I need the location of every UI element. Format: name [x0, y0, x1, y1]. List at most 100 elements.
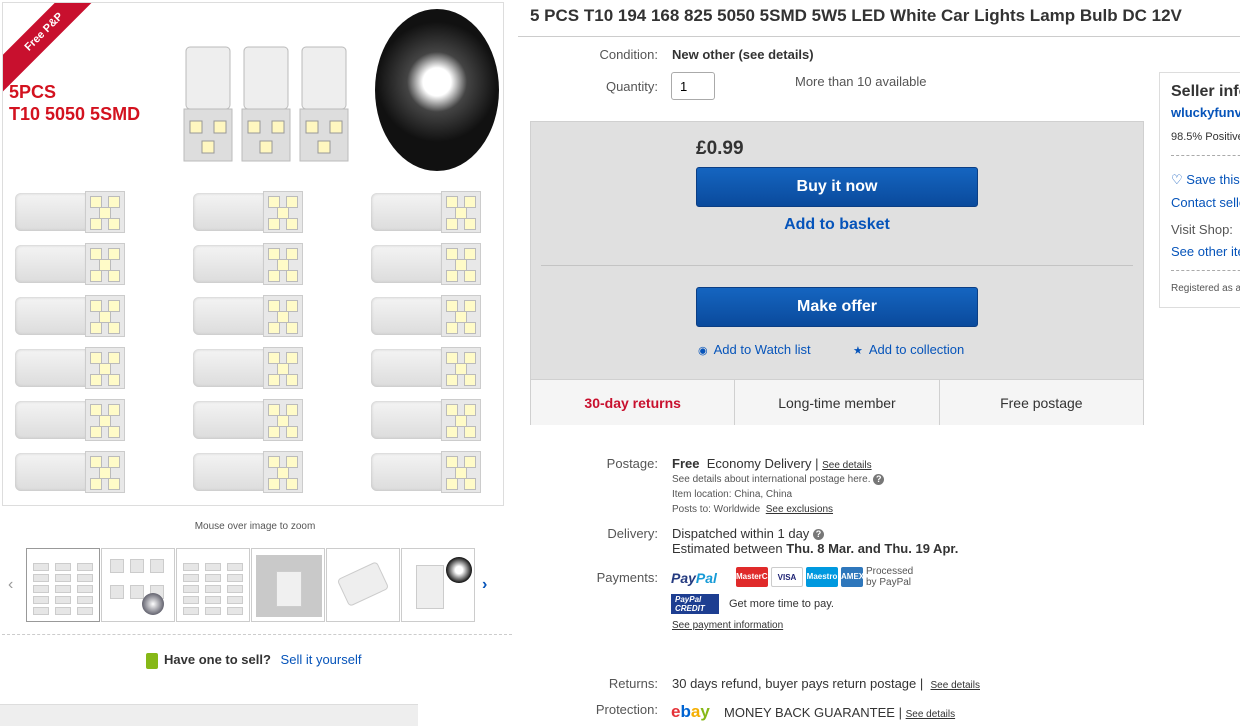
help-icon[interactable]: ?	[812, 529, 824, 541]
help-icon[interactable]: ?	[873, 474, 885, 485]
save-seller-label: Save this seller	[1186, 172, 1240, 187]
bulb-illustration	[13, 189, 131, 235]
see-exclusions-link[interactable]: See exclusions	[766, 504, 833, 515]
money-back-guarantee: MONEY BACK GUARANTEE | See details	[724, 705, 955, 720]
buy-it-now-button[interactable]: Buy it now	[696, 167, 978, 207]
save-seller-link[interactable]: ♡ Save this seller	[1171, 172, 1240, 188]
add-to-collection-link[interactable]: ★ Add to collection	[853, 342, 964, 357]
star-icon: ★	[853, 345, 863, 357]
bulb-illustration	[369, 345, 487, 391]
add-to-basket-button[interactable]: Add to basket	[696, 216, 978, 234]
returns-value: 30 days refund, buyer pays return postag…	[672, 676, 980, 691]
bulb-illustration	[13, 241, 131, 287]
paypal-credit-logo: PayPal CREDIT	[671, 594, 719, 614]
registered-business-text: Registered as a business seller	[1171, 283, 1240, 294]
title-divider	[518, 36, 1240, 37]
feature-row: 30-day returns Long-time member Free pos…	[531, 379, 1143, 425]
seller-info-panel: Seller information wluckyfunvip 98.5% Po…	[1159, 72, 1240, 308]
bulb-illustration	[369, 241, 487, 287]
protection-label: Protection:	[595, 702, 658, 717]
bulb-illustration	[191, 449, 309, 495]
returns-separator: |	[919, 676, 924, 691]
collection-label: Add to collection	[868, 342, 965, 357]
seller-name-link[interactable]: wluckyfunvip	[1171, 105, 1240, 120]
thumbnail-2[interactable]	[101, 548, 175, 622]
thumbnail-5[interactable]	[326, 548, 400, 622]
seller-feedback: 98.5% Positive feedback	[1171, 131, 1240, 143]
postage-see-details-link[interactable]: See details	[822, 460, 871, 471]
zoom-hint: Mouse over image to zoom	[194, 521, 316, 532]
see-payment-info-link[interactable]: See payment information	[672, 620, 783, 631]
sell-question: Have one to sell?	[164, 652, 271, 667]
see-payment-info: See payment information	[672, 620, 783, 631]
bulb-illustration	[369, 293, 487, 339]
returns-see-details-link[interactable]: See details	[931, 680, 980, 691]
seller-info-title: Seller information	[1171, 83, 1240, 100]
thumbnail-4[interactable]	[251, 548, 325, 622]
bulb-illustration	[191, 189, 309, 235]
chevron-right-icon[interactable]: ›	[482, 576, 487, 594]
condition-label: Condition:	[599, 47, 658, 62]
make-offer-button[interactable]: Make offer	[696, 287, 978, 327]
chevron-left-icon[interactable]: ‹	[8, 576, 13, 594]
paypal-credit-line1: PayPal	[675, 595, 702, 604]
processed-by-paypal: Processed by PayPal	[866, 566, 913, 588]
intl-postage-text: See details about international postage …	[672, 474, 871, 486]
sell-bar: Have one to sell? Sell it yourself	[146, 652, 361, 669]
eye-icon: ◉	[698, 345, 708, 357]
visit-shop-label: Visit Shop:	[1171, 222, 1233, 237]
thumbnail-3[interactable]	[176, 548, 250, 622]
bulb-grid-illustration	[13, 189, 503, 505]
mastercard-icon: MasterCard	[736, 567, 780, 587]
dispatch-text: Dispatched within 1 day ?	[672, 526, 824, 541]
processed-line2: by PayPal	[866, 577, 912, 588]
thumbnail-1[interactable]	[26, 548, 100, 622]
dispatch-value: Dispatched within 1 day	[672, 526, 810, 541]
posts-to: Posts to: Worldwide See exclusions	[672, 504, 833, 515]
condition-value: New other (see details)	[672, 47, 814, 62]
visa-icon: VISA	[771, 567, 803, 587]
price: £0.99	[696, 138, 744, 159]
bulb-illustration	[369, 397, 487, 443]
guarantee-text: MONEY BACK GUARANTEE	[724, 705, 895, 720]
main-product-image[interactable]: Free P&P 5PCS T10 5050 5SMD	[2, 2, 504, 506]
image-badge-text: 5PCS T10 5050 5SMD	[9, 81, 140, 125]
delivery-label: Delivery:	[607, 526, 658, 541]
returns-label: Returns:	[608, 676, 658, 691]
see-other-items-link[interactable]: See other items	[1171, 244, 1240, 259]
postage-free: Free	[672, 456, 700, 471]
bulb-illustration	[13, 293, 131, 339]
protection-see-details-link[interactable]: See details	[906, 709, 955, 720]
postage-label: Postage:	[606, 456, 658, 471]
bulb-illustration	[369, 189, 487, 235]
image-badge-line2: T10 5050 5SMD	[9, 104, 141, 124]
protection-separator: |	[898, 705, 902, 720]
heart-icon: ♡	[1171, 172, 1183, 187]
estimate-prefix: Estimated between	[672, 541, 787, 556]
bottom-bar	[0, 704, 418, 726]
intl-postage-note: See details about international postage …	[672, 474, 885, 486]
divider	[1171, 270, 1240, 271]
credit-text: Get more time to pay.	[729, 598, 834, 610]
divider	[1171, 155, 1240, 156]
bulb-illustration	[191, 345, 309, 391]
divider	[2, 634, 512, 635]
bulb-illustration	[13, 449, 131, 495]
ebay-logo: ebay	[671, 702, 710, 721]
item-title: 5 PCS T10 194 168 825 5050 5SMD 5W5 LED …	[530, 6, 1182, 25]
bulb-illustration	[369, 449, 487, 495]
postage-separator: |	[815, 456, 819, 471]
thumbnail-6[interactable]	[401, 548, 475, 622]
image-badge-line1: 5PCS	[9, 82, 57, 102]
quantity-input[interactable]	[671, 72, 715, 100]
add-to-watch-list-link[interactable]: ◉ Add to Watch list	[698, 342, 811, 357]
returns-text: 30 days refund, buyer pays return postag…	[672, 676, 917, 691]
postage-method: Economy Delivery	[706, 456, 812, 471]
contact-seller-link[interactable]: Contact seller	[1171, 195, 1240, 210]
feature-postage: Free postage	[1000, 395, 1083, 411]
maestro-icon: Maestro	[806, 567, 838, 587]
sell-it-yourself-link[interactable]: Sell it yourself	[281, 652, 362, 667]
buy-box-divider	[541, 265, 1133, 266]
availability-text: More than 10 available	[795, 74, 927, 89]
bulb-illustration	[191, 397, 309, 443]
